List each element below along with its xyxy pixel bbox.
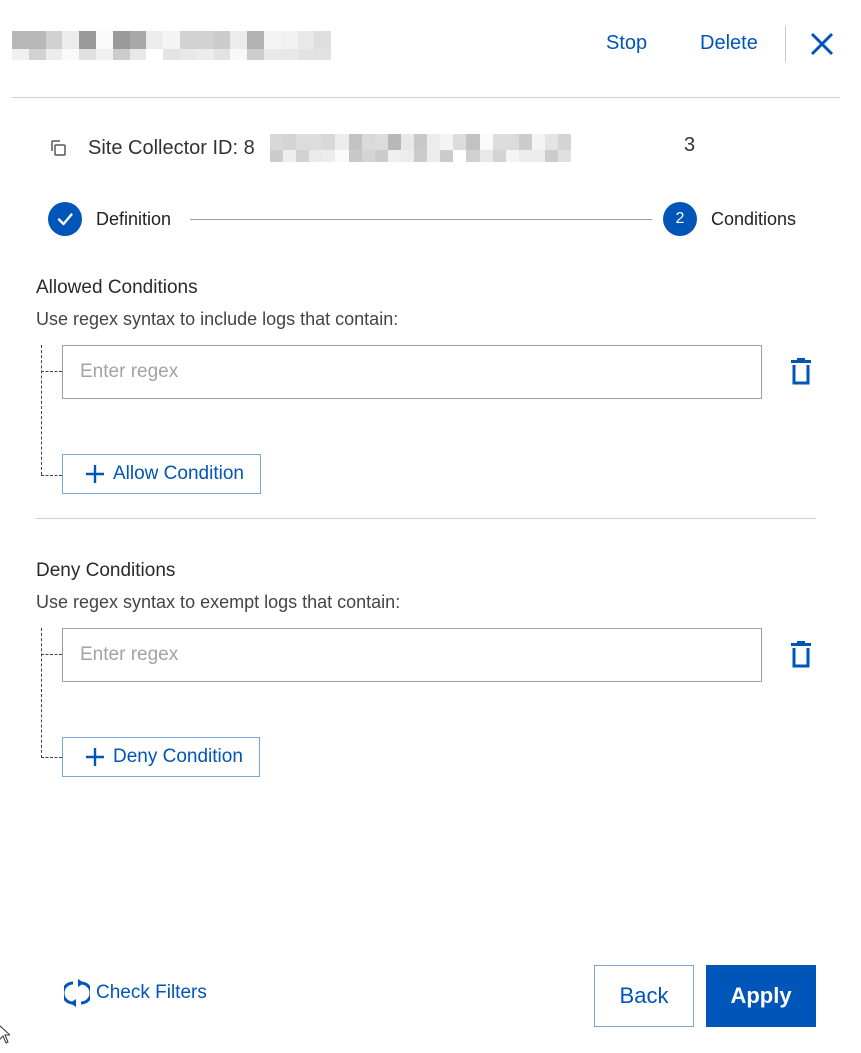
step-conditions-indicator: 2 xyxy=(663,202,697,236)
allowed-tree-branch xyxy=(41,475,62,476)
check-filters-label: Check Filters xyxy=(96,982,207,1003)
delete-button[interactable]: Delete xyxy=(700,32,758,55)
deny-tree-branch xyxy=(41,654,62,655)
refresh-icon xyxy=(64,979,90,1007)
stepper: Definition 2 Conditions xyxy=(48,202,808,236)
section-divider xyxy=(36,518,816,519)
allowed-tree-line xyxy=(41,345,42,475)
header-divider xyxy=(12,97,840,98)
allowed-conditions-description: Use regex syntax to include logs that co… xyxy=(36,309,399,329)
back-button[interactable]: Back xyxy=(594,965,694,1027)
trash-icon xyxy=(791,641,811,668)
header-separator xyxy=(785,26,786,62)
add-deny-condition-label: Deny Condition xyxy=(113,746,243,767)
stop-button[interactable]: Stop xyxy=(606,32,647,55)
plus-icon xyxy=(86,748,104,766)
site-collector-id-redacted xyxy=(270,134,690,162)
mouse-cursor-icon xyxy=(0,1025,10,1044)
stepper-connector xyxy=(190,219,652,220)
deny-regex-input[interactable] xyxy=(62,628,762,682)
trash-icon xyxy=(791,358,811,385)
plus-icon xyxy=(86,465,104,483)
check-filters-button[interactable]: Check Filters xyxy=(64,977,207,1009)
site-collector-row: Site Collector ID: 8 xyxy=(48,134,255,162)
copy-icon[interactable] xyxy=(48,138,68,158)
allowed-conditions-title: Allowed Conditions xyxy=(36,277,198,298)
delete-allowed-condition-button[interactable] xyxy=(788,357,814,387)
add-allow-condition-button[interactable]: Allow Condition xyxy=(62,454,261,494)
step-conditions-label: Conditions xyxy=(711,209,797,229)
deny-tree-line xyxy=(41,628,42,758)
deny-tree-branch xyxy=(41,757,62,758)
site-collector-label: Site Collector ID: 8 xyxy=(88,136,255,159)
deny-conditions-title: Deny Conditions xyxy=(36,560,176,581)
delete-deny-condition-button[interactable] xyxy=(788,640,814,670)
allowed-regex-input[interactable] xyxy=(62,345,762,399)
add-deny-condition-button[interactable]: Deny Condition xyxy=(62,737,260,777)
add-allow-condition-label: Allow Condition xyxy=(113,463,244,484)
deny-conditions-description: Use regex syntax to exempt logs that con… xyxy=(36,592,401,612)
close-button[interactable] xyxy=(808,30,836,58)
site-collector-id-suffix: 3 xyxy=(684,134,696,156)
allowed-tree-branch xyxy=(41,371,62,372)
check-icon xyxy=(57,213,73,226)
panel-header: Stop Delete xyxy=(0,0,861,98)
step-definition-indicator xyxy=(48,202,82,236)
apply-button[interactable]: Apply xyxy=(706,965,816,1027)
panel-title-redacted xyxy=(12,31,348,60)
step-definition-label[interactable]: Definition xyxy=(96,209,171,230)
close-icon xyxy=(810,32,834,56)
